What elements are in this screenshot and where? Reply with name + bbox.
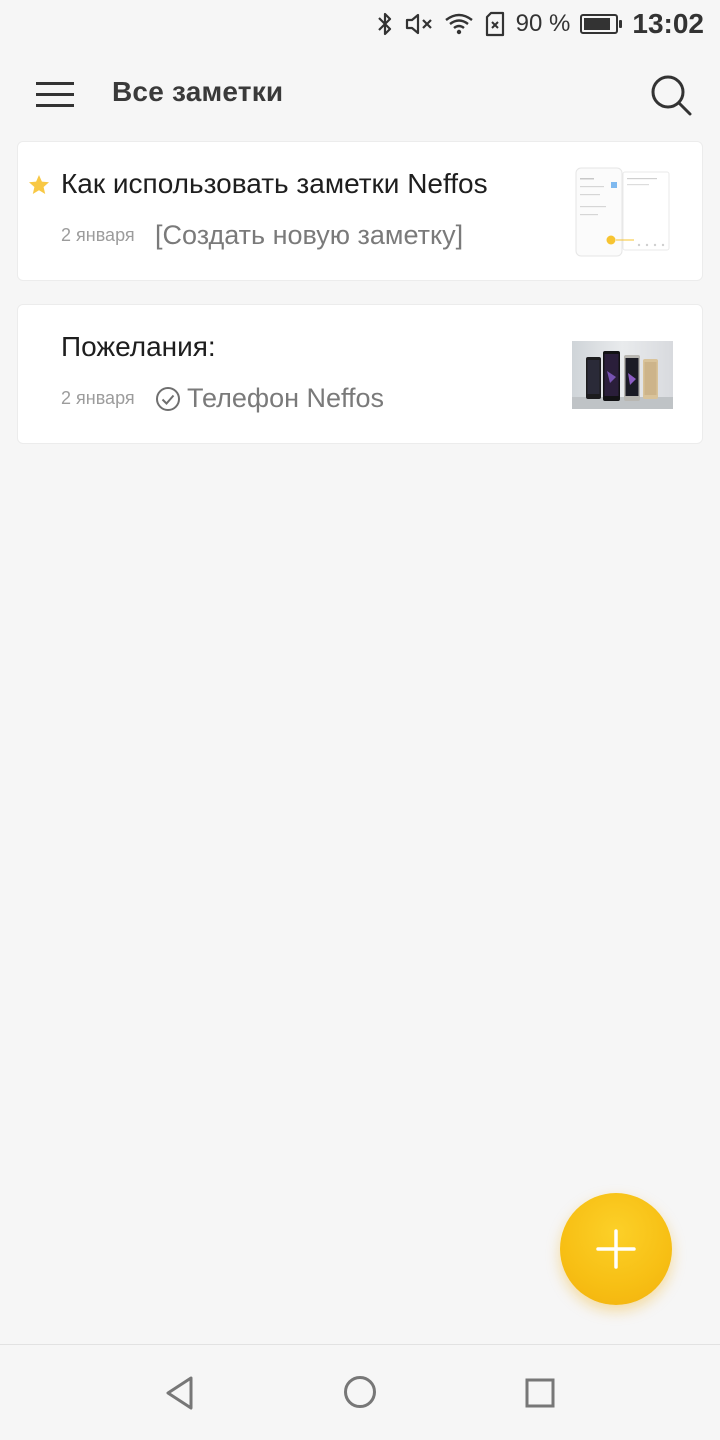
note-title: Пожелания: <box>61 331 216 362</box>
wifi-icon <box>444 13 473 35</box>
status-icons: 90 % 13:02 <box>376 6 704 42</box>
phones-photo-thumbnail <box>572 341 673 409</box>
checkbox-checked-icon[interactable] <box>155 386 181 412</box>
battery-percent: 90 % <box>515 10 571 37</box>
home-icon[interactable] <box>343 1375 377 1409</box>
note-card[interactable]: Пожелания: 2 января Телефон Neffos <box>17 304 703 444</box>
star-icon <box>29 175 49 194</box>
app-bar: Все заметки <box>0 56 720 136</box>
add-note-button[interactable] <box>560 1193 672 1305</box>
status-bar: 90 % 13:02 <box>0 0 720 48</box>
no-sim-icon <box>485 11 504 37</box>
mute-icon <box>405 13 432 35</box>
note-snippet-text: [Создать новую заметку] <box>155 220 464 250</box>
page-title: Все заметки <box>112 76 284 107</box>
navigation-bar <box>0 1344 720 1440</box>
plus-icon <box>596 1229 636 1269</box>
notes-screen: 90 % 13:02 Все заметки Как использовать … <box>0 0 720 1440</box>
note-date: 2 января <box>61 225 135 245</box>
recent-apps-icon[interactable] <box>525 1378 555 1408</box>
search-icon[interactable] <box>650 74 692 116</box>
hamburger-menu-icon[interactable] <box>36 82 74 108</box>
battery-level <box>584 18 611 30</box>
note-snippet: Телефон Neffos <box>155 383 384 414</box>
back-icon[interactable] <box>164 1375 196 1411</box>
app-screenshot-thumbnail <box>575 164 671 260</box>
clock: 13:02 <box>632 8 704 39</box>
battery-icon <box>580 14 623 34</box>
note-title: Как использовать заметки Neffos <box>61 168 488 199</box>
note-snippet: [Создать новую заметку] <box>155 220 463 251</box>
note-card[interactable]: Как использовать заметки Neffos 2 января… <box>17 141 703 281</box>
bluetooth-icon <box>377 12 391 36</box>
note-date: 2 января <box>61 388 135 408</box>
note-snippet-text: Телефон Neffos <box>187 383 385 413</box>
